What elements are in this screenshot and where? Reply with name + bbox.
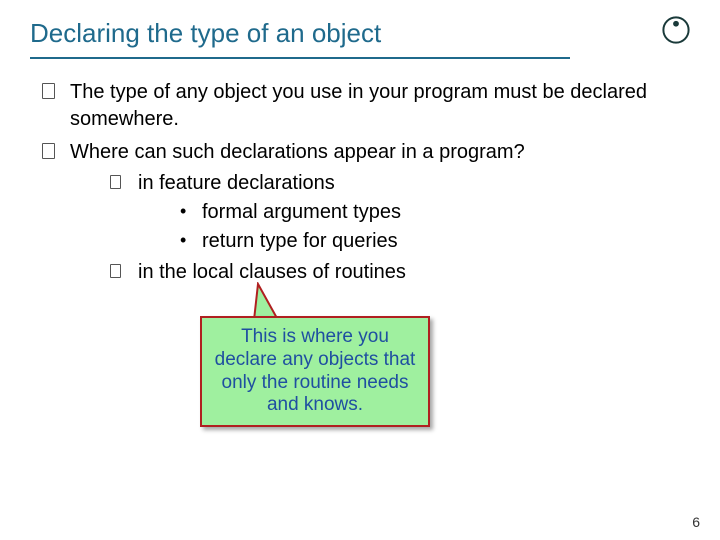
logo-icon bbox=[658, 12, 694, 48]
bullet-text: in the local clauses of routines bbox=[138, 261, 406, 283]
bullet-level3: formal argument types bbox=[180, 199, 690, 226]
slide-title: Declaring the type of an object bbox=[30, 18, 690, 55]
title-rule bbox=[30, 57, 570, 59]
bullet-text: return type for queries bbox=[202, 230, 398, 252]
bullet-level1: Where can such declarations appear in a … bbox=[42, 139, 690, 286]
bullet-text: formal argument types bbox=[202, 201, 401, 223]
callout: This is where you declare any objects th… bbox=[200, 316, 430, 427]
bullet-level2: in feature declarations formal argument … bbox=[110, 170, 690, 255]
content: The type of any object you use in your p… bbox=[30, 79, 690, 286]
bullet-level3: return type for queries bbox=[180, 228, 690, 255]
bullet-text: Where can such declarations appear in a … bbox=[70, 141, 525, 163]
bullet-text: in feature declarations bbox=[138, 172, 335, 194]
page-number: 6 bbox=[692, 514, 700, 530]
callout-box: This is where you declare any objects th… bbox=[200, 316, 430, 427]
bullet-text: The type of any object you use in your p… bbox=[70, 81, 647, 130]
bullet-level2: in the local clauses of routines bbox=[110, 259, 690, 286]
slide: Declaring the type of an object The type… bbox=[0, 0, 720, 540]
callout-text: This is where you declare any objects th… bbox=[215, 326, 416, 415]
bullet-level1: The type of any object you use in your p… bbox=[42, 79, 690, 133]
header: Declaring the type of an object bbox=[30, 18, 690, 59]
